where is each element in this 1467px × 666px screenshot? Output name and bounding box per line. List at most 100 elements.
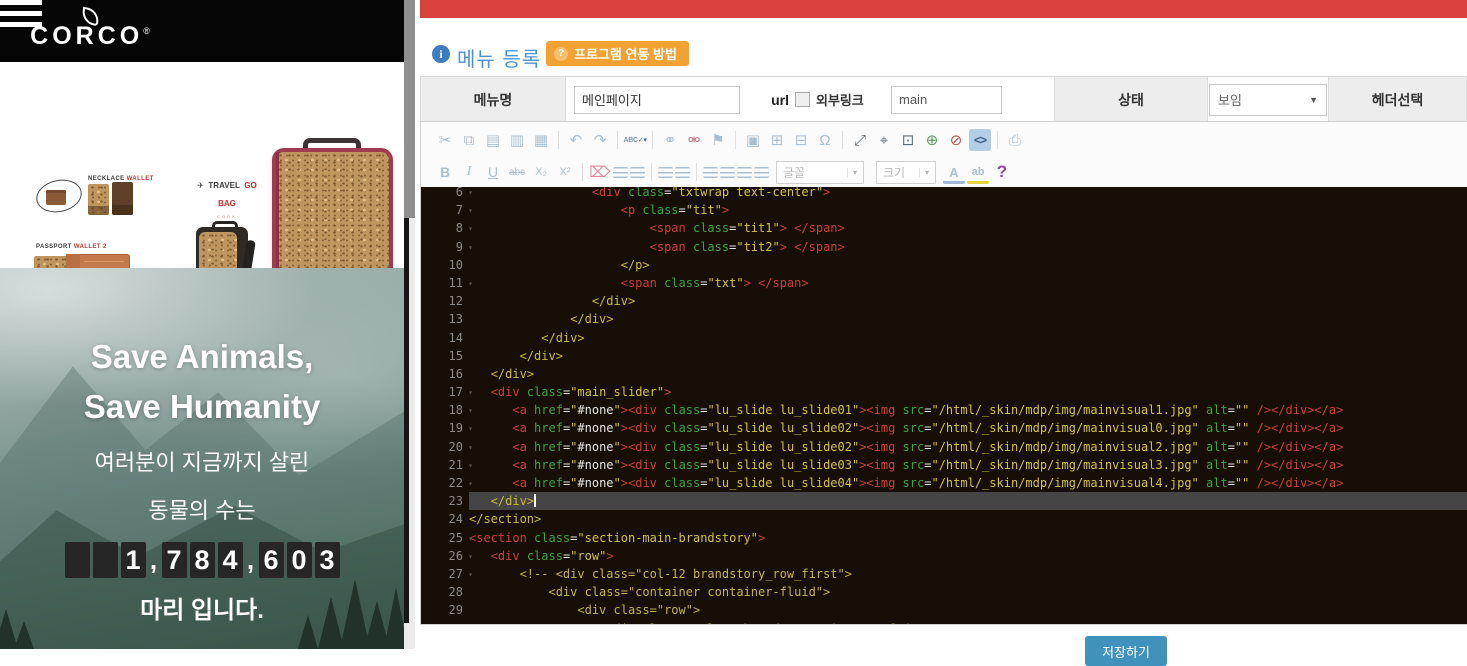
program-link-help-button[interactable]: ? 프로그램 연동 방법	[546, 41, 689, 66]
table-icon[interactable]: ⊞	[766, 129, 788, 151]
fold-arrow-icon[interactable]: ▾	[465, 566, 473, 584]
menu-name-input[interactable]	[574, 86, 740, 114]
status-dropdown[interactable]: 보임 ▼	[1209, 84, 1327, 116]
fold-arrow-icon[interactable]: ▾	[465, 402, 473, 420]
counter-digit-box: 8	[190, 542, 215, 578]
fold-arrow-icon[interactable]: ▾	[465, 187, 473, 202]
select-all-icon[interactable]: ⊡	[897, 129, 919, 151]
plane-icon: ✈	[197, 181, 204, 190]
scrollbar-thumb[interactable]	[404, 0, 415, 218]
necklace-wallet-image	[46, 190, 66, 205]
paste-text-icon[interactable]: ▥	[506, 129, 528, 151]
fold-arrow-icon[interactable]: ▾	[465, 239, 473, 257]
maximize-icon[interactable]: ⤢	[849, 129, 871, 151]
line-number: 17▾	[421, 383, 469, 401]
chevron-down-icon: ▼	[1309, 95, 1318, 105]
fold-arrow-icon[interactable]: ▾	[465, 420, 473, 438]
fold-arrow-icon[interactable]: ▾	[465, 457, 473, 475]
external-link-checkbox[interactable]	[795, 92, 810, 107]
horizontal-line-icon[interactable]: ⊟	[790, 129, 812, 151]
hero-title-line1: Save Animals,	[0, 332, 404, 382]
redo-icon[interactable]: ↷	[589, 129, 611, 151]
toolbar-separator	[735, 131, 736, 149]
remove-format-icon[interactable]: ⌦	[589, 161, 611, 183]
code-line: 10 </p>	[421, 256, 1467, 274]
underline-icon[interactable]: U	[482, 161, 504, 183]
line-number: 14	[421, 329, 469, 347]
code-line: 30 <div class="col-12 brandstory_Tit1 wo…	[421, 620, 1467, 625]
print-icon[interactable]: ⎙	[1004, 129, 1026, 151]
strikethrough-icon[interactable]: abc	[506, 161, 528, 183]
size-dropdown[interactable]: 크기▾	[876, 161, 936, 184]
url-label: url	[771, 92, 789, 108]
passport-wallet-label: PASSPORT WALLET 2	[36, 244, 107, 250]
line-number: 6▾	[421, 187, 469, 201]
source-icon[interactable]: <>	[969, 129, 991, 151]
outdent-icon[interactable]	[658, 167, 673, 178]
bg-color-icon[interactable]: ab	[967, 164, 989, 184]
paste-icon[interactable]: ▤	[482, 129, 504, 151]
bulleted-list-icon[interactable]	[630, 167, 645, 178]
bold-icon[interactable]: B	[434, 161, 456, 183]
align-justify-icon[interactable]	[754, 167, 769, 178]
counter-digit-box: 1	[121, 542, 146, 578]
anchor-flag-icon[interactable]: ⚑	[707, 129, 729, 151]
italic-icon[interactable]: I	[458, 161, 480, 183]
line-number: 21▾	[421, 456, 469, 474]
code-line: 13 </div>	[421, 310, 1467, 328]
superscript-icon[interactable]: X²	[554, 161, 576, 183]
about-icon[interactable]: ?	[991, 161, 1013, 183]
line-number: 19▾	[421, 419, 469, 437]
fold-arrow-icon[interactable]: ▾	[465, 220, 473, 238]
image-icon[interactable]: ▣	[742, 129, 764, 151]
undo-icon[interactable]: ↶	[565, 129, 587, 151]
counter-digit-box	[65, 542, 90, 578]
add-token-icon[interactable]: ⊕	[921, 129, 943, 151]
cut-icon[interactable]: ✂	[434, 129, 456, 151]
toolbar-separator	[558, 131, 559, 149]
special-char-icon[interactable]: Ω	[814, 129, 836, 151]
fold-arrow-icon[interactable]: ▾	[465, 439, 473, 457]
remove-token-icon[interactable]: ⊘	[945, 129, 967, 151]
product-slider[interactable]: NECKLACE WALLET PASSPORT WALLET 2 ✈ TRAV…	[0, 62, 404, 268]
question-icon: ?	[554, 47, 568, 61]
align-left-icon[interactable]	[703, 167, 718, 178]
toolbar-separator	[652, 131, 653, 149]
preview-site-header: CORCO®	[0, 0, 404, 62]
font-dropdown[interactable]: 글꼴▾	[776, 161, 864, 184]
unlink-icon[interactable]: ⚮	[683, 129, 705, 151]
find-replace-icon[interactable]: ⌖	[873, 129, 895, 151]
fold-arrow-icon[interactable]: ▾	[465, 475, 473, 493]
hero-tail-text: 마리 입니다.	[0, 590, 404, 625]
copy-icon[interactable]: ⧉	[458, 129, 480, 151]
paste-word-icon[interactable]: ▦	[530, 129, 552, 151]
code-line: 8▾ <span class="tit1"> </span>	[421, 219, 1467, 237]
fold-arrow-icon[interactable]: ▾	[465, 202, 473, 220]
hero-subtitle2: 동물의 수는	[0, 494, 404, 528]
line-number: 28	[421, 583, 469, 601]
indent-icon[interactable]	[675, 167, 690, 178]
preview-scrollbar[interactable]	[404, 0, 415, 649]
hero-title-line2: Save Humanity	[0, 382, 404, 432]
line-number: 27▾	[421, 565, 469, 583]
align-right-icon[interactable]	[737, 167, 752, 178]
code-line: 17▾ <div class="main_slider">	[421, 383, 1467, 401]
fold-arrow-icon[interactable]: ▾	[465, 530, 473, 548]
line-number: 8▾	[421, 219, 469, 237]
fold-arrow-icon[interactable]: ▾	[465, 275, 473, 293]
align-center-icon[interactable]	[720, 167, 735, 178]
fold-arrow-icon[interactable]: ▾	[465, 548, 473, 566]
text-color-icon[interactable]: A	[943, 164, 965, 184]
numbered-list-icon[interactable]	[613, 167, 628, 178]
subscript-icon[interactable]: X₂	[530, 161, 552, 183]
code-line: 22▾ <a href="#none"><div class="lu_slide…	[421, 474, 1467, 492]
info-icon: i	[432, 45, 450, 63]
link-icon[interactable]: ⚭	[659, 129, 681, 151]
toolbar-separator	[617, 131, 618, 149]
source-code-editor[interactable]: 6▾ <div class="txtwrap text-center">7▾ <…	[421, 187, 1467, 624]
spellcheck-icon[interactable]: ABC✓▾	[624, 129, 646, 151]
line-number: 13	[421, 310, 469, 328]
url-input[interactable]	[891, 86, 1002, 114]
fold-arrow-icon[interactable]: ▾	[465, 384, 473, 402]
save-button[interactable]: 저장하기	[1085, 636, 1167, 666]
